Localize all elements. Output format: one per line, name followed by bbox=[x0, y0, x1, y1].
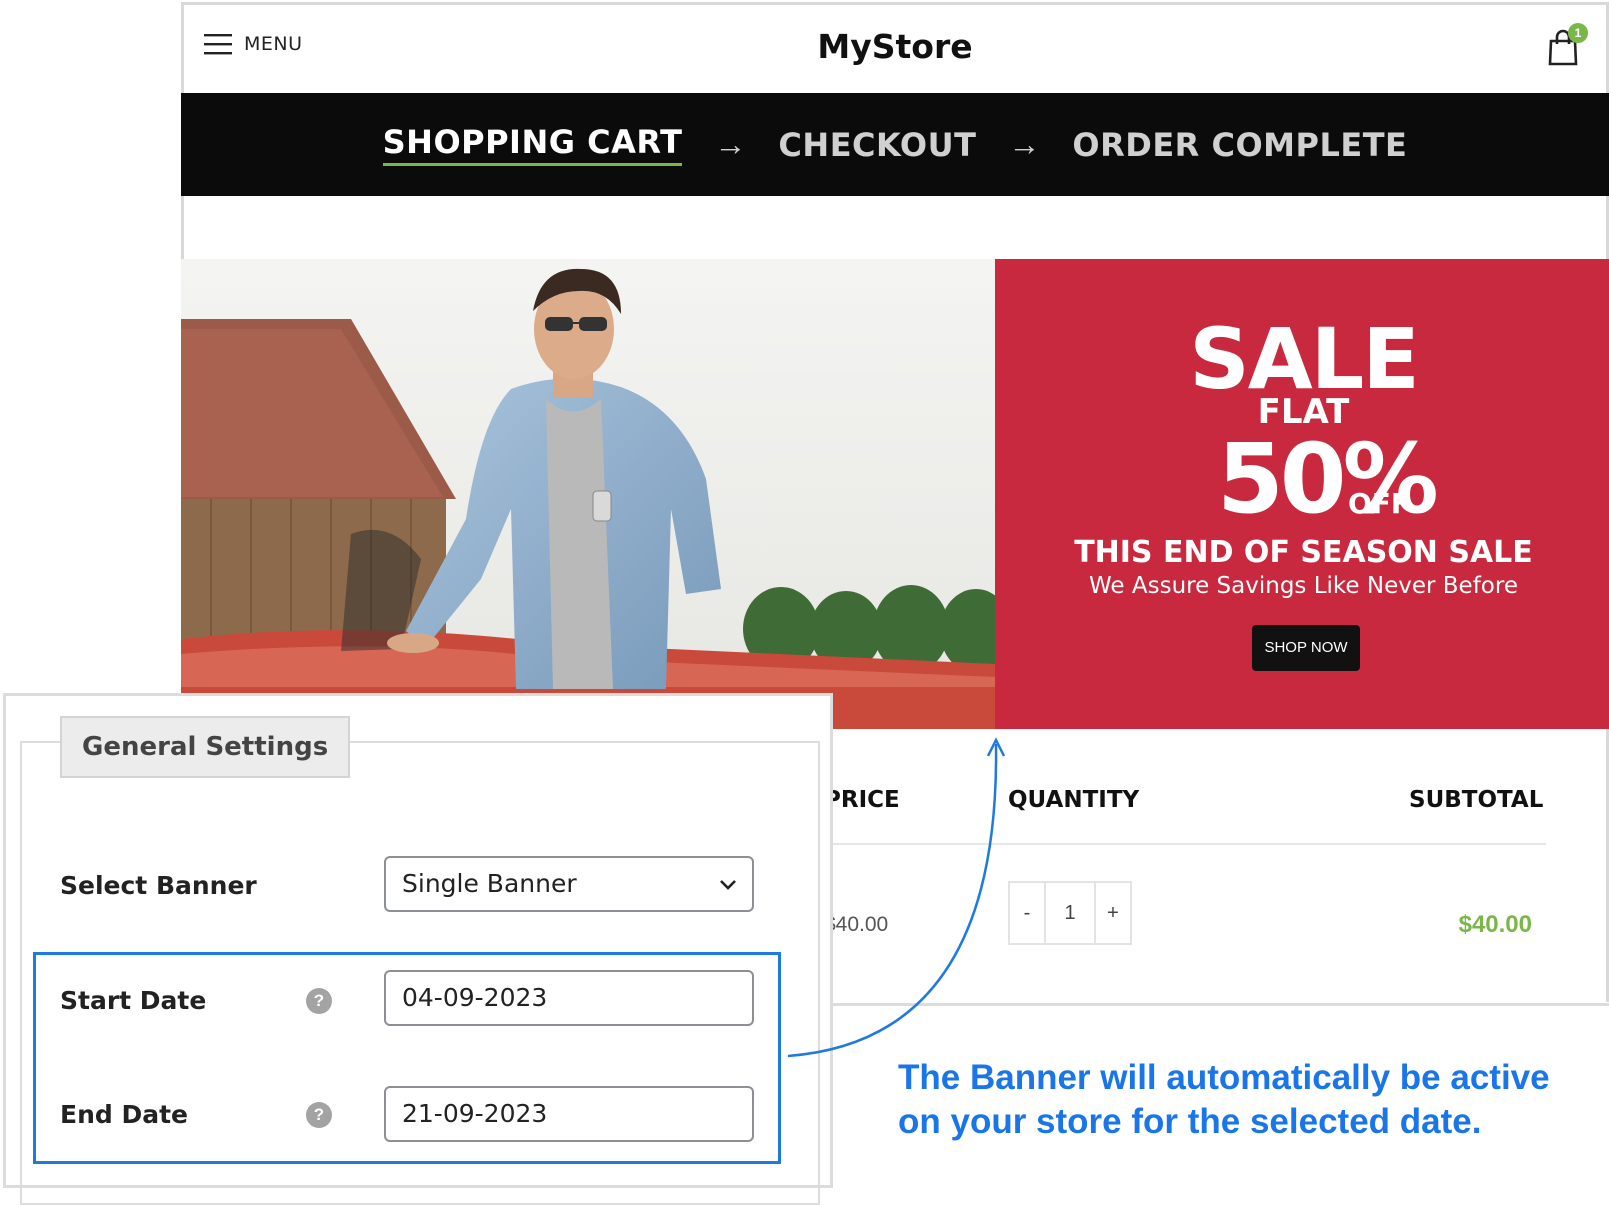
banner-photo bbox=[181, 259, 995, 729]
table-bottom-divider bbox=[812, 1003, 1609, 1006]
quantity-header: QUANTITY bbox=[1008, 787, 1140, 813]
increase-quantity-button[interactable]: + bbox=[1096, 883, 1130, 943]
quantity-stepper: - 1 + bbox=[1008, 881, 1132, 945]
end-date-help-icon[interactable]: ? bbox=[306, 1102, 332, 1128]
checkout-steps: SHOPPING CART → CHECKOUT → ORDER COMPLET… bbox=[181, 93, 1609, 196]
start-date-label: Start Date bbox=[60, 986, 207, 1015]
select-banner-dropdown[interactable]: Single Banner bbox=[384, 856, 754, 912]
shop-now-button[interactable]: SHOP NOW bbox=[1252, 625, 1360, 671]
end-date-field[interactable] bbox=[384, 1086, 754, 1142]
end-date-label: End Date bbox=[60, 1100, 189, 1129]
table-divider bbox=[812, 843, 1546, 845]
price-header: PRICE bbox=[824, 787, 900, 813]
end-date-input[interactable] bbox=[402, 1088, 736, 1140]
store-header: MENU MyStore 1 bbox=[184, 5, 1606, 93]
annotation-note: The Banner will automatically be active … bbox=[898, 1056, 1578, 1144]
promo-off-text: OFF bbox=[1348, 487, 1411, 520]
promo-headline: THIS END OF SEASON SALE bbox=[1074, 535, 1533, 570]
sale-promo-panel: SALE FLAT 50% OFF THIS END OF SEASON SAL… bbox=[995, 259, 1609, 729]
step-checkout[interactable]: CHECKOUT bbox=[778, 126, 976, 164]
step-order-complete[interactable]: ORDER COMPLETE bbox=[1072, 126, 1407, 164]
item-subtotal: $40.00 bbox=[1458, 911, 1532, 938]
select-banner-value: Single Banner bbox=[402, 869, 577, 898]
store-title[interactable]: MyStore bbox=[184, 27, 1606, 66]
annotation-line-2: on your store for the selected date. bbox=[898, 1102, 1482, 1141]
sale-banner[interactable]: SALE FLAT 50% OFF THIS END OF SEASON SAL… bbox=[181, 259, 1609, 729]
start-date-help-icon[interactable]: ? bbox=[306, 988, 332, 1014]
chevron-down-icon bbox=[720, 880, 736, 890]
decrease-quantity-button[interactable]: - bbox=[1010, 883, 1044, 943]
step-arrow-icon: → bbox=[714, 126, 747, 162]
cart-count-badge: 1 bbox=[1568, 23, 1588, 43]
item-price: $40.00 bbox=[824, 913, 889, 936]
banner-photo-image bbox=[181, 259, 995, 729]
annotation-line-1: The Banner will automatically be active bbox=[898, 1058, 1550, 1097]
step-shopping-cart[interactable]: SHOPPING CART bbox=[382, 123, 683, 166]
general-settings-panel: General Settings Select Banner Single Ba… bbox=[3, 693, 833, 1205]
cart-button[interactable]: 1 bbox=[1546, 23, 1588, 67]
promo-sale-text: SALE bbox=[1189, 310, 1419, 408]
start-date-input[interactable] bbox=[402, 972, 736, 1024]
step-arrow-icon: → bbox=[1008, 126, 1041, 162]
select-banner-label: Select Banner bbox=[60, 871, 257, 900]
promo-subline: We Assure Savings Like Never Before bbox=[1089, 573, 1518, 599]
quantity-input[interactable]: 1 bbox=[1044, 883, 1096, 943]
cart-table: PRICE QUANTITY SUBTOTAL $40.00 - 1 + $40… bbox=[812, 731, 1609, 1006]
subtotal-header: SUBTOTAL bbox=[1409, 787, 1544, 813]
settings-legend: General Settings bbox=[60, 716, 351, 778]
start-date-field[interactable] bbox=[384, 970, 754, 1026]
